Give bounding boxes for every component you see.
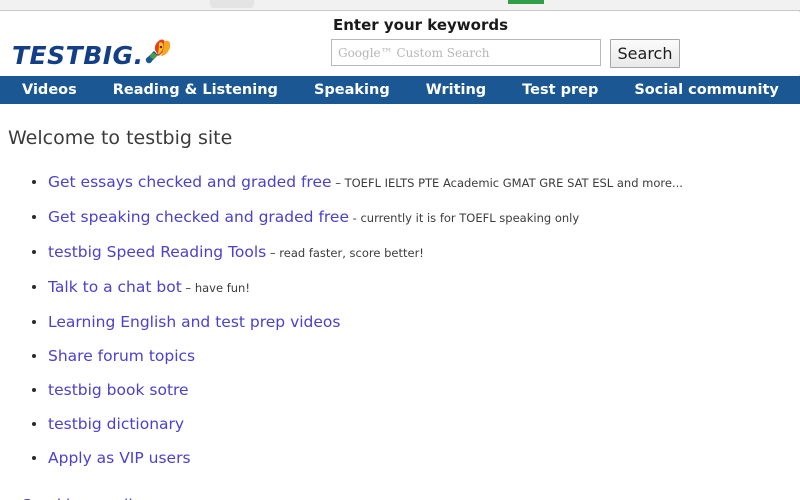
feature-link[interactable]: Talk to a chat bot [48, 278, 182, 296]
page-content: Welcome to testbig site Get essays check… [0, 104, 800, 500]
nav-item-test-prep[interactable]: Test prep [504, 76, 616, 104]
site-header: TESTBIG. Enter your keywords Search [0, 12, 800, 75]
search-area: Enter your keywords Search [331, 17, 681, 68]
browser-chrome-strip [0, 0, 800, 11]
feature-description: – have fun! [181, 281, 250, 295]
nav-item-videos[interactable]: Videos [0, 76, 95, 104]
list-item: testbig dictionary [30, 414, 730, 434]
feature-link[interactable]: Learning English and test prep videos [48, 313, 340, 331]
list-item: Get speaking checked and graded free - c… [30, 207, 730, 228]
feature-description: - currently it is for TOEFL speaking onl… [349, 211, 580, 225]
nav-item-writing[interactable]: Writing [408, 76, 504, 104]
browser-tab-stub[interactable] [210, 0, 254, 8]
page-title: Welcome to testbig site [8, 127, 233, 149]
nav-item-reading-listening[interactable]: Reading & Listening [95, 76, 296, 104]
feature-link[interactable]: Get speaking checked and graded free [48, 208, 349, 226]
feature-link[interactable]: Get essays checked and graded free [48, 173, 332, 191]
main-navigation: Videos Reading & Listening Speaking Writing… [0, 76, 800, 104]
browser-page: TESTBIG. Enter your keywords Search [0, 0, 800, 500]
list-item: Apply as VIP users [30, 448, 730, 468]
feature-link[interactable]: testbig dictionary [48, 415, 184, 433]
nav-item-speaking[interactable]: Speaking [296, 76, 408, 104]
search-button[interactable]: Search [610, 39, 680, 68]
send-by-email-link[interactable]: Send by email [22, 496, 133, 500]
list-item: Learning English and test prep videos [30, 312, 730, 332]
browser-green-indicator [508, 0, 544, 4]
feature-link[interactable]: testbig book sotre [48, 381, 189, 399]
list-item: Get essays checked and graded free – TOE… [30, 172, 730, 193]
list-item: Talk to a chat bot – have fun! [30, 277, 730, 298]
search-input[interactable] [331, 39, 601, 66]
feature-description: – read faster, score better! [266, 246, 424, 260]
list-item: testbig book sotre [30, 380, 730, 400]
nav-item-social-community[interactable]: Social community [616, 76, 797, 104]
feature-link[interactable]: Share forum topics [48, 347, 195, 365]
search-label: Enter your keywords [333, 16, 509, 34]
butterfly-icon [140, 33, 174, 67]
search-row: Search [331, 39, 681, 68]
feature-description: – TOEFL IELTS PTE Academic GMAT GRE SAT … [331, 176, 683, 190]
feature-link[interactable]: testbig Speed Reading Tools [48, 243, 266, 261]
list-item: Share forum topics [30, 346, 730, 366]
site-logo[interactable]: TESTBIG. [12, 34, 174, 68]
feature-link[interactable]: Apply as VIP users [48, 449, 191, 467]
logo-wordmark: TESTBIG. [12, 41, 144, 70]
list-item: testbig Speed Reading Tools – read faste… [30, 242, 730, 263]
feature-list: Get essays checked and graded free – TOE… [0, 172, 800, 468]
